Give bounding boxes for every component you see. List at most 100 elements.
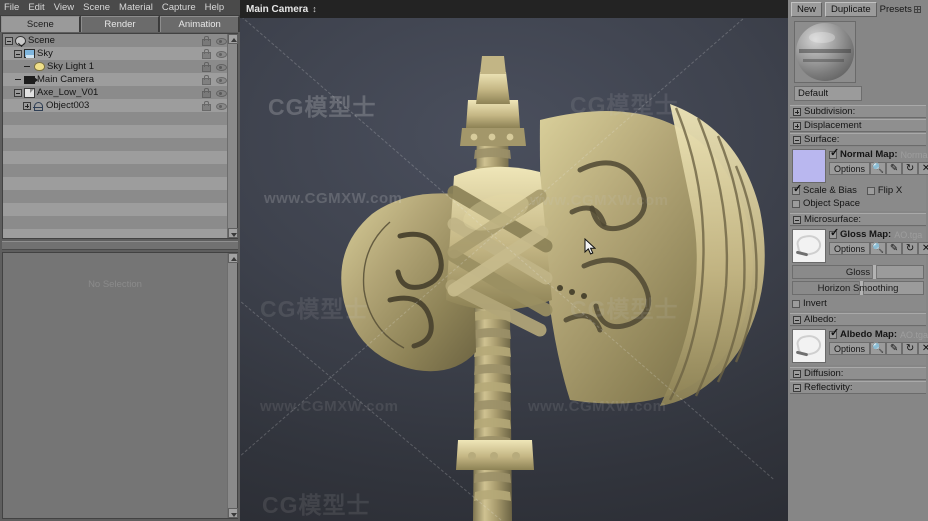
refresh-icon[interactable]: ↻ — [902, 242, 919, 255]
properties-scrollbar[interactable] — [227, 253, 238, 518]
search-icon[interactable]: 🔍 — [870, 342, 887, 355]
eye-visibility-icon[interactable] — [216, 49, 227, 58]
pencil-icon[interactable]: ✎ — [886, 162, 903, 175]
gloss-map-thumbnail[interactable] — [792, 229, 826, 263]
invert-option[interactable]: Invert — [792, 298, 924, 309]
material-name-field[interactable]: Default — [794, 86, 862, 101]
lock-icon[interactable] — [201, 101, 211, 111]
menu-item-capture[interactable]: Capture — [162, 0, 196, 15]
close-icon[interactable]: ✕ — [918, 242, 928, 255]
object-space-option[interactable]: Object Space — [792, 198, 860, 209]
tree-row-sky-light-1[interactable]: Sky Light 1 — [3, 60, 227, 73]
lock-icon[interactable] — [201, 88, 211, 98]
lock-icon[interactable] — [201, 36, 211, 46]
expand-plus-icon[interactable] — [793, 107, 801, 116]
collapse-minus-icon[interactable] — [14, 88, 22, 97]
tab-render[interactable]: Render — [80, 16, 160, 32]
albedo-map-options-button[interactable]: Options — [829, 342, 871, 355]
albedo-map-thumbnail[interactable] — [792, 329, 826, 363]
tree-empty-row[interactable] — [3, 229, 227, 238]
tree-row-main-camera[interactable]: Main Camera — [3, 73, 227, 86]
expand-plus-icon[interactable] — [793, 121, 801, 130]
tree-empty-row[interactable] — [3, 216, 227, 229]
menu-item-edit[interactable]: Edit — [28, 0, 44, 15]
section-header-albedo[interactable]: Albedo: — [790, 313, 926, 326]
gloss-slider[interactable]: Gloss — [792, 265, 924, 279]
tree-empty-row[interactable] — [3, 190, 227, 203]
new-material-button[interactable]: New — [791, 2, 823, 17]
eye-visibility-icon[interactable] — [216, 75, 227, 84]
viewport-camera-label[interactable]: Main Camera — [246, 4, 308, 15]
menu-item-file[interactable]: File — [4, 0, 19, 15]
panel-splitter[interactable] — [2, 241, 238, 250]
eye-visibility-icon[interactable] — [216, 62, 227, 71]
presets-button[interactable]: Presets — [880, 4, 921, 15]
eye-visibility-icon[interactable] — [216, 101, 227, 110]
tab-animation[interactable]: Animation — [160, 16, 240, 32]
collapse-minus-icon[interactable] — [793, 369, 801, 378]
menu-item-scene[interactable]: Scene — [83, 0, 110, 15]
properties-scroll-up-button[interactable] — [228, 253, 238, 263]
collapse-minus-icon[interactable] — [5, 36, 13, 45]
tree-empty-row[interactable] — [3, 177, 227, 190]
lock-icon[interactable] — [201, 62, 211, 72]
tree-row-scene[interactable]: Scene — [3, 34, 227, 47]
tree-empty-row[interactable] — [3, 138, 227, 151]
flip-x-checkbox[interactable] — [866, 186, 875, 195]
horizon-smoothing-slider[interactable]: Horizon Smoothing — [792, 281, 924, 295]
lock-icon[interactable] — [201, 49, 211, 59]
flip-x-option[interactable]: Flip X — [866, 185, 902, 196]
close-icon[interactable]: ✕ — [918, 162, 928, 175]
section-header-subdivision[interactable]: Subdivision: — [790, 105, 926, 118]
collapse-minus-icon[interactable] — [793, 135, 801, 144]
tree-row-sky[interactable]: Sky — [3, 47, 227, 60]
normal-map-checkbox[interactable] — [829, 148, 839, 159]
material-preview-swatch[interactable] — [794, 21, 856, 83]
section-header-microsurface[interactable]: Microsurface: — [790, 213, 926, 226]
scroll-up-button[interactable] — [228, 34, 238, 44]
expand-plus-icon[interactable] — [23, 101, 31, 110]
tab-scene[interactable]: Scene — [1, 16, 80, 32]
viewport[interactable]: CG模型士 www.CGMXW.com CG模型士 www.CGMXW.com … — [240, 0, 788, 521]
gloss-map-options-button[interactable]: Options — [829, 242, 871, 255]
pencil-icon[interactable]: ✎ — [886, 342, 903, 355]
eye-visibility-icon[interactable] — [216, 88, 227, 97]
section-header-diffusion[interactable]: Diffusion: — [790, 367, 926, 380]
scene-tree-scrollbar[interactable] — [227, 34, 238, 238]
menu-item-view[interactable]: View — [54, 0, 74, 15]
search-icon[interactable]: 🔍 — [870, 242, 887, 255]
tree-empty-row[interactable] — [3, 112, 227, 125]
eye-visibility-icon[interactable] — [216, 36, 227, 45]
tree-row-object003[interactable]: Object003 — [3, 99, 227, 112]
tree-empty-row[interactable] — [3, 203, 227, 216]
collapse-minus-icon[interactable] — [793, 215, 801, 224]
properties-scroll-down-button[interactable] — [228, 508, 238, 518]
tree-row-axe-low-v01[interactable]: Axe_Low_V01 — [3, 86, 227, 99]
tree-empty-row[interactable] — [3, 125, 227, 138]
albedo-map-checkbox[interactable] — [829, 328, 839, 339]
scroll-down-button[interactable] — [228, 228, 238, 238]
collapse-minus-icon[interactable] — [793, 383, 801, 392]
normal-map-thumbnail[interactable] — [792, 149, 826, 183]
object-space-checkbox[interactable] — [792, 199, 800, 208]
pencil-icon[interactable]: ✎ — [886, 242, 903, 255]
refresh-icon[interactable]: ↻ — [902, 162, 919, 175]
up-down-arrows-icon[interactable]: ↕ — [312, 4, 317, 14]
close-icon[interactable]: ✕ — [918, 342, 928, 355]
collapse-minus-icon[interactable] — [14, 49, 22, 58]
section-header-displacement[interactable]: Displacement — [790, 119, 926, 132]
scale-bias-checkbox[interactable] — [792, 184, 802, 195]
gloss-map-checkbox[interactable] — [829, 228, 839, 239]
menu-item-help[interactable]: Help — [205, 0, 225, 15]
properties-scrollbar-thumb[interactable] — [228, 263, 237, 508]
collapse-minus-icon[interactable] — [793, 315, 801, 324]
viewport-canvas[interactable] — [240, 0, 788, 521]
menu-item-material[interactable]: Material — [119, 0, 153, 15]
search-icon[interactable]: 🔍 — [870, 162, 887, 175]
tree-empty-row[interactable] — [3, 151, 227, 164]
tree-empty-row[interactable] — [3, 164, 227, 177]
invert-checkbox[interactable] — [792, 299, 800, 308]
refresh-icon[interactable]: ↻ — [902, 342, 919, 355]
normal-map-options-button[interactable]: Options — [829, 162, 871, 175]
scale-bias-option[interactable]: Scale & Bias — [792, 184, 857, 196]
